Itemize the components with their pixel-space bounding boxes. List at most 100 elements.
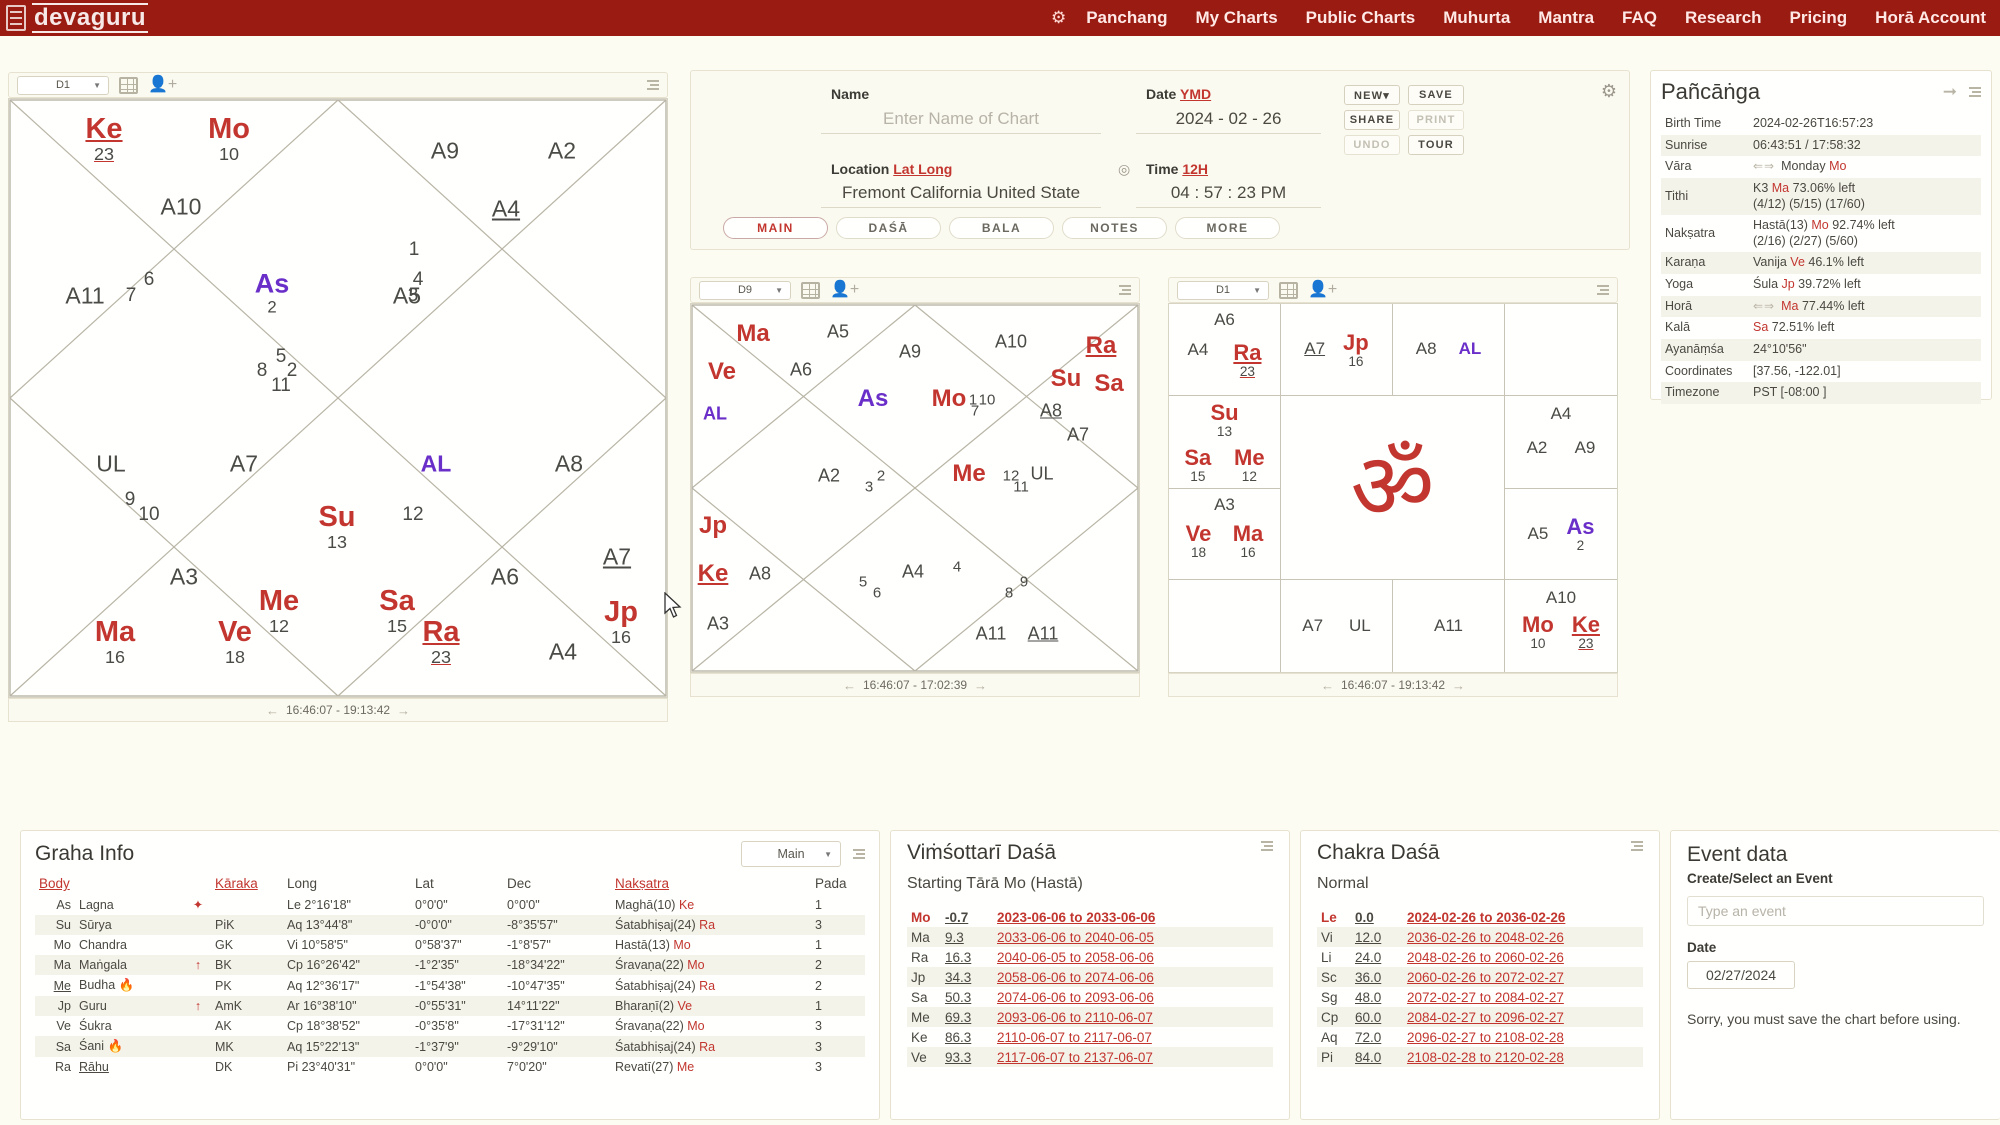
south-chart-cell[interactable]: A8 AL <box>1393 304 1505 396</box>
list-item[interactable]: Jp 34.3 2058-06-06 to 2074-06-06 <box>907 967 1273 987</box>
chart-item[interactable]: A6 <box>1175 310 1274 330</box>
south-chart-cell[interactable]: A3 Ve 18 Ma 16 <box>1169 488 1281 581</box>
list-item[interactable]: Aq 72.0 2096-02-27 to 2108-02-28 <box>1317 1027 1643 1047</box>
north-indian-chart-d9[interactable]: 1 2 3 4 5 6 7 8 9 10 11 12 Ma A5 A10 Ra … <box>664 303 1140 673</box>
nav-item-panchang[interactable]: Panchang <box>1072 8 1181 28</box>
chart-item[interactable]: A10 <box>1513 588 1609 608</box>
chart-item[interactable]: Jp <box>699 512 727 540</box>
list-item[interactable]: Ve 93.3 2117-06-07 to 2137-06-07 <box>907 1047 1273 1067</box>
chart-item[interactable]: Sa 15 <box>1184 445 1211 484</box>
table-row[interactable]: Ve Śukra AK Cp 18°38'52" -0°35'8" -17°31… <box>35 1016 865 1036</box>
brand-logo[interactable]: devaguru <box>6 3 149 33</box>
chart-item[interactable]: A9 <box>431 138 459 165</box>
next-arrow-icon[interactable]: → <box>390 703 417 718</box>
chart-item[interactable]: Ve 18 <box>1186 521 1212 560</box>
grid-style-icon[interactable] <box>1279 281 1298 299</box>
lat-long-link[interactable]: Lat Long <box>893 161 952 177</box>
kebab-menu-icon[interactable] <box>1629 841 1643 851</box>
chart-item[interactable]: A2 <box>1527 438 1548 458</box>
next-arrow-icon[interactable]: → <box>1445 678 1472 693</box>
chart-item[interactable]: Me 12 <box>1234 445 1265 484</box>
chart-item[interactable]: A9 <box>899 342 921 363</box>
chart-item[interactable]: UL <box>1030 464 1053 485</box>
nav-item-research[interactable]: Research <box>1671 8 1776 28</box>
chart-item[interactable]: Me 12 <box>259 585 299 637</box>
chart-item[interactable]: Mo 10 <box>1522 612 1554 651</box>
arrow-right-icon[interactable]: ➞ <box>1943 82 1957 102</box>
chart-item[interactable]: A4 <box>492 196 520 223</box>
chart-item[interactable]: UL <box>1349 616 1371 636</box>
chart-item[interactable]: A10 <box>995 332 1027 353</box>
south-chart-cell[interactable]: A4 A2 A9 <box>1505 396 1617 489</box>
prev-arrow-icon[interactable]: ← <box>259 703 286 718</box>
chart-item[interactable]: As 2 <box>255 269 290 318</box>
nav-item-my-charts[interactable]: My Charts <box>1181 8 1291 28</box>
chart-item[interactable]: Mo 10 <box>208 113 250 165</box>
list-item[interactable]: Ra 16.3 2040-06-05 to 2058-06-06 <box>907 947 1273 967</box>
chart-item[interactable]: A11 <box>65 283 104 310</box>
time-format-link[interactable]: 12H <box>1182 161 1208 177</box>
chart-item[interactable]: A5 <box>1528 524 1549 544</box>
chart-item[interactable]: Ma 16 <box>95 616 135 668</box>
chart-item[interactable]: A6 <box>790 360 812 381</box>
chart-item[interactable]: Mo <box>932 385 967 413</box>
chart-item[interactable]: As 2 <box>1566 514 1594 553</box>
chart-item[interactable]: Ke 23 <box>85 113 122 165</box>
table-row[interactable]: Mo Chandra GK Vi 10°58'5" 0°58'37" -1°8'… <box>35 935 865 955</box>
chart-item[interactable]: Su <box>1051 365 1082 393</box>
chart-item[interactable]: A7 <box>230 451 258 478</box>
graha-info-selector[interactable]: Main ▼ <box>741 841 841 867</box>
vara-nav-arrows-icon[interactable]: ⇐⇒ <box>1753 156 1781 178</box>
list-item[interactable]: Ke 86.3 2110-06-07 to 2117-06-07 <box>907 1027 1273 1047</box>
location-input[interactable]: Fremont California United State <box>821 183 1101 208</box>
chart-item[interactable]: A5 <box>393 283 421 310</box>
list-item[interactable]: Me 69.3 2093-06-06 to 2110-06-07 <box>907 1007 1273 1027</box>
tab-bala[interactable]: BALA <box>949 217 1054 239</box>
list-item[interactable]: Sa 50.3 2074-06-06 to 2093-06-06 <box>907 987 1273 1007</box>
chart-item[interactable]: Su 13 <box>1210 400 1238 439</box>
kebab-menu-icon[interactable] <box>645 80 659 90</box>
list-item[interactable]: Ma 9.3 2033-06-06 to 2040-06-05 <box>907 927 1273 947</box>
kebab-menu-icon[interactable] <box>1967 87 1981 97</box>
grid-style-icon[interactable] <box>119 76 138 94</box>
chart-item[interactable]: A4 <box>1188 340 1209 360</box>
kebab-menu-icon[interactable] <box>1595 285 1609 295</box>
chart-item[interactable]: A7 <box>1304 339 1325 359</box>
chart-item[interactable]: A3 <box>170 564 198 591</box>
crosshair-icon[interactable]: ◎ <box>1118 161 1130 178</box>
chart-item[interactable]: Ke <box>698 560 729 588</box>
tab-notes[interactable]: NOTES <box>1062 217 1167 239</box>
chart-item[interactable]: A6 <box>491 564 519 591</box>
time-input[interactable]: 04 : 57 : 23 PM <box>1136 183 1321 208</box>
add-person-icon[interactable]: 👤+ <box>830 282 859 298</box>
date-format-link[interactable]: YMD <box>1180 86 1211 102</box>
chart-item[interactable]: A2 <box>818 466 840 487</box>
next-arrow-icon[interactable]: → <box>967 678 994 693</box>
chart-item[interactable]: A4 <box>1513 404 1609 424</box>
chart-item[interactable]: A11 <box>976 624 1007 645</box>
tour-button[interactable]: TOUR <box>1408 135 1464 155</box>
chart-item[interactable]: A2 <box>548 138 576 165</box>
nav-item-pricing[interactable]: Pricing <box>1776 8 1862 28</box>
nav-item-public-charts[interactable]: Public Charts <box>1292 8 1430 28</box>
chart-item[interactable]: Ve 18 <box>218 616 252 668</box>
tab-main[interactable]: MAIN <box>723 217 828 239</box>
chart-item[interactable]: A4 <box>549 639 577 666</box>
varga-select-d1-south[interactable]: D1 ▼ <box>1177 280 1269 300</box>
south-chart-cell[interactable]: A11 <box>1393 580 1505 672</box>
chart-item[interactable]: Ve <box>708 358 736 386</box>
prev-arrow-icon[interactable]: ← <box>1314 678 1341 693</box>
varga-select-d1[interactable]: D1 ▼ <box>17 75 109 95</box>
north-indian-chart-d1[interactable]: 1 2 3 4 5 6 7 8 9 10 11 12 Ke 23 Mo 10 A9 … <box>8 98 668 698</box>
chart-item[interactable]: A9 <box>1575 438 1596 458</box>
chart-item[interactable]: A5 <box>827 322 849 343</box>
nav-item-hora-account[interactable]: Horā Account <box>1861 8 2000 28</box>
kebab-menu-icon[interactable] <box>1117 285 1131 295</box>
chart-item[interactable]: Jp 16 <box>1343 330 1369 369</box>
chart-item[interactable]: A8 <box>555 451 583 478</box>
chart-item[interactable]: A11 <box>1434 616 1463 636</box>
name-input[interactable]: Enter Name of Chart <box>821 109 1101 134</box>
chart-item[interactable]: Jp 16 <box>604 596 638 648</box>
list-item[interactable]: Pi 84.0 2108-02-28 to 2120-02-28 <box>1317 1047 1643 1067</box>
south-chart-cell[interactable]: A7 UL <box>1281 580 1393 672</box>
